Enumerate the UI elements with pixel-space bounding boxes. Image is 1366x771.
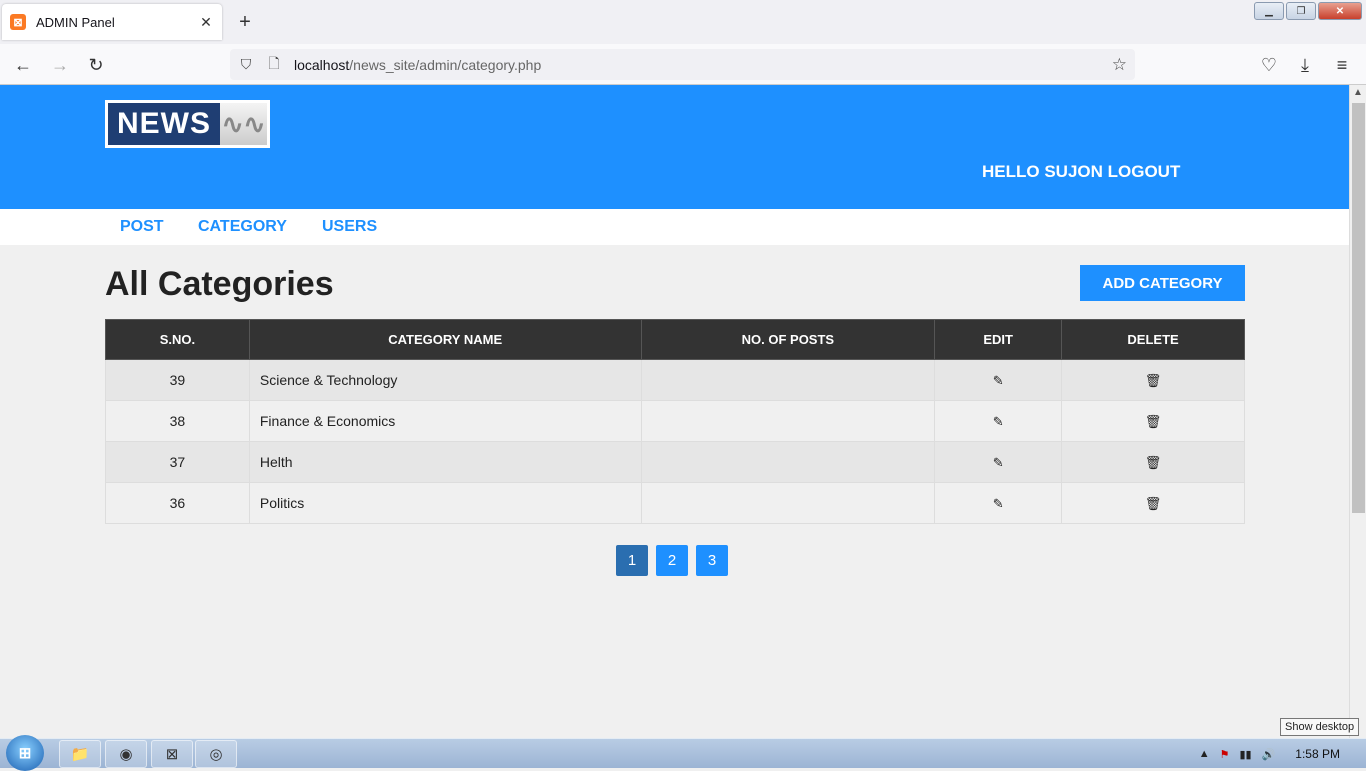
download-icon[interactable]: ⤓ bbox=[1294, 54, 1316, 76]
scroll-thumb[interactable] bbox=[1352, 103, 1365, 513]
trash-icon[interactable]: 🗑 bbox=[1145, 373, 1162, 388]
action-center-flag-icon[interactable]: ⚑ bbox=[1220, 748, 1230, 761]
page-link-1[interactable]: 1 bbox=[616, 545, 648, 576]
minimize-button[interactable]: ▁ bbox=[1254, 2, 1284, 20]
start-button[interactable]: ⊞ bbox=[6, 735, 44, 771]
show-desktop-tooltip: Show desktop bbox=[1280, 718, 1360, 736]
url-host: localhost bbox=[294, 56, 350, 73]
new-tab-button[interactable]: + bbox=[233, 10, 257, 34]
table-row: 39 Science & Technology ✎ 🗑 bbox=[105, 359, 1245, 401]
browser-navbar: ← → ↻ ⛉ 🗋 localhost/news_site/admin/cate… bbox=[0, 44, 1366, 85]
column-header-posts: NO. OF POSTS bbox=[640, 319, 936, 360]
explorer-taskbar-icon[interactable]: 📁 bbox=[59, 740, 101, 768]
cell-category-name: Science & Technology bbox=[248, 359, 642, 401]
reload-icon[interactable]: ↻ bbox=[85, 54, 107, 76]
table-row: 36 Politics ✎ 🗑 bbox=[105, 482, 1245, 524]
page-link-2[interactable]: 2 bbox=[656, 545, 688, 576]
page-scrollbar[interactable]: ▲ bbox=[1349, 85, 1366, 738]
column-header-delete: DELETE bbox=[1061, 319, 1245, 360]
firefox-taskbar-icon[interactable]: ◉ bbox=[105, 740, 147, 768]
edit-icon[interactable]: ✎ bbox=[993, 373, 1004, 388]
url-text[interactable]: localhost/news_site/admin/category.php bbox=[294, 57, 1112, 73]
column-header-sno: S.NO. bbox=[105, 319, 250, 360]
browser-tabbar: ⊠ ADMIN Panel ✕ + ▁ ❐ ✕ bbox=[0, 0, 1366, 44]
cell-posts bbox=[640, 400, 936, 442]
edit-icon[interactable]: ✎ bbox=[993, 496, 1004, 511]
taskbar-clock[interactable]: 1:58 PM bbox=[1295, 747, 1340, 761]
add-category-button[interactable]: ADD CATEGORY bbox=[1080, 265, 1245, 301]
browser-tab[interactable]: ⊠ ADMIN Panel ✕ bbox=[2, 4, 222, 40]
app-taskbar-icon[interactable]: ◎ bbox=[195, 740, 237, 768]
site-header: NEWS ∿∿ HELLO SUJON LOGOUT bbox=[0, 85, 1349, 209]
cell-posts bbox=[640, 359, 936, 401]
cell-sno: 36 bbox=[105, 482, 250, 524]
url-path: /news_site/admin/category.php bbox=[349, 56, 542, 73]
forward-icon[interactable]: → bbox=[49, 54, 71, 76]
column-header-category-name: CATEGORY NAME bbox=[248, 319, 642, 360]
cell-edit: ✎ bbox=[934, 441, 1063, 483]
scroll-up-icon[interactable]: ▲ bbox=[1353, 87, 1363, 98]
edit-icon[interactable]: ✎ bbox=[993, 414, 1004, 429]
admin-menu: POST CATEGORY USERS bbox=[0, 209, 1349, 245]
cell-sno: 39 bbox=[105, 359, 250, 401]
cell-category-name: Politics bbox=[248, 482, 642, 524]
news-logo[interactable]: NEWS ∿∿ bbox=[105, 100, 270, 148]
table-row: 37 Helth ✎ 🗑 bbox=[105, 441, 1245, 483]
table-row: 38 Finance & Economics ✎ 🗑 bbox=[105, 400, 1245, 442]
trash-icon[interactable]: 🗑 bbox=[1145, 414, 1162, 429]
logo-mark-icon: ∿∿ bbox=[220, 103, 267, 145]
cell-delete: 🗑 bbox=[1061, 441, 1245, 483]
cell-sno: 37 bbox=[105, 441, 250, 483]
edit-icon[interactable]: ✎ bbox=[993, 455, 1004, 470]
url-bar[interactable]: ⛉ 🗋 localhost/news_site/admin/category.p… bbox=[230, 49, 1135, 80]
pagination: 1 2 3 bbox=[616, 545, 728, 576]
page-title: All Categories bbox=[105, 265, 334, 303]
cell-delete: 🗑 bbox=[1061, 400, 1245, 442]
close-window-button[interactable]: ✕ bbox=[1318, 2, 1362, 20]
back-icon[interactable]: ← bbox=[12, 54, 34, 76]
close-tab-icon[interactable]: ✕ bbox=[198, 14, 214, 31]
page-link-3[interactable]: 3 bbox=[696, 545, 728, 576]
table-header-row: S.NO. CATEGORY NAME NO. OF POSTS EDIT DE… bbox=[105, 319, 1245, 360]
menu-icon[interactable]: ≡ bbox=[1331, 54, 1353, 76]
logo-text: NEWS bbox=[108, 103, 220, 145]
categories-table: S.NO. CATEGORY NAME NO. OF POSTS EDIT DE… bbox=[105, 319, 1245, 524]
pocket-icon[interactable]: ♡ bbox=[1258, 54, 1280, 76]
cell-sno: 38 bbox=[105, 400, 250, 442]
window-controls: ▁ ❐ ✕ bbox=[1254, 2, 1362, 20]
menu-item-category[interactable]: CATEGORY bbox=[198, 218, 287, 236]
menu-item-users[interactable]: USERS bbox=[322, 218, 377, 236]
cell-edit: ✎ bbox=[934, 400, 1063, 442]
column-header-edit: EDIT bbox=[934, 319, 1063, 360]
page-content: NEWS ∿∿ HELLO SUJON LOGOUT POST CATEGORY… bbox=[0, 85, 1349, 738]
bookmark-star-icon[interactable]: ☆ bbox=[1112, 55, 1127, 75]
cell-posts bbox=[640, 441, 936, 483]
shield-icon[interactable]: ⛉ bbox=[238, 56, 254, 73]
cell-delete: 🗑 bbox=[1061, 359, 1245, 401]
volume-icon[interactable]: 🔊 bbox=[1262, 748, 1276, 761]
tray-expand-icon[interactable]: ▲ bbox=[1199, 748, 1210, 760]
cell-edit: ✎ bbox=[934, 359, 1063, 401]
windows-taskbar: ⊞ 📁 ◉ ⊠ ◎ ▲ ⚑ ▮▮ 🔊 1:58 PM bbox=[0, 735, 1366, 771]
cell-category-name: Helth bbox=[248, 441, 642, 483]
trash-icon[interactable]: 🗑 bbox=[1145, 455, 1162, 470]
cell-delete: 🗑 bbox=[1061, 482, 1245, 524]
xampp-favicon-icon: ⊠ bbox=[10, 14, 26, 30]
xampp-taskbar-icon[interactable]: ⊠ bbox=[151, 740, 193, 768]
trash-icon[interactable]: 🗑 bbox=[1145, 496, 1162, 511]
tab-title: ADMIN Panel bbox=[36, 14, 115, 30]
cell-posts bbox=[640, 482, 936, 524]
cell-category-name: Finance & Economics bbox=[248, 400, 642, 442]
cell-edit: ✎ bbox=[934, 482, 1063, 524]
logout-link[interactable]: HELLO SUJON LOGOUT bbox=[982, 162, 1180, 182]
restore-button[interactable]: ❐ bbox=[1286, 2, 1316, 20]
menu-item-post[interactable]: POST bbox=[120, 218, 164, 236]
network-icon[interactable]: ▮▮ bbox=[1239, 748, 1251, 761]
system-tray: ▲ ⚑ ▮▮ 🔊 1:58 PM bbox=[1199, 739, 1366, 769]
page-icon: 🗋 bbox=[268, 54, 280, 71]
